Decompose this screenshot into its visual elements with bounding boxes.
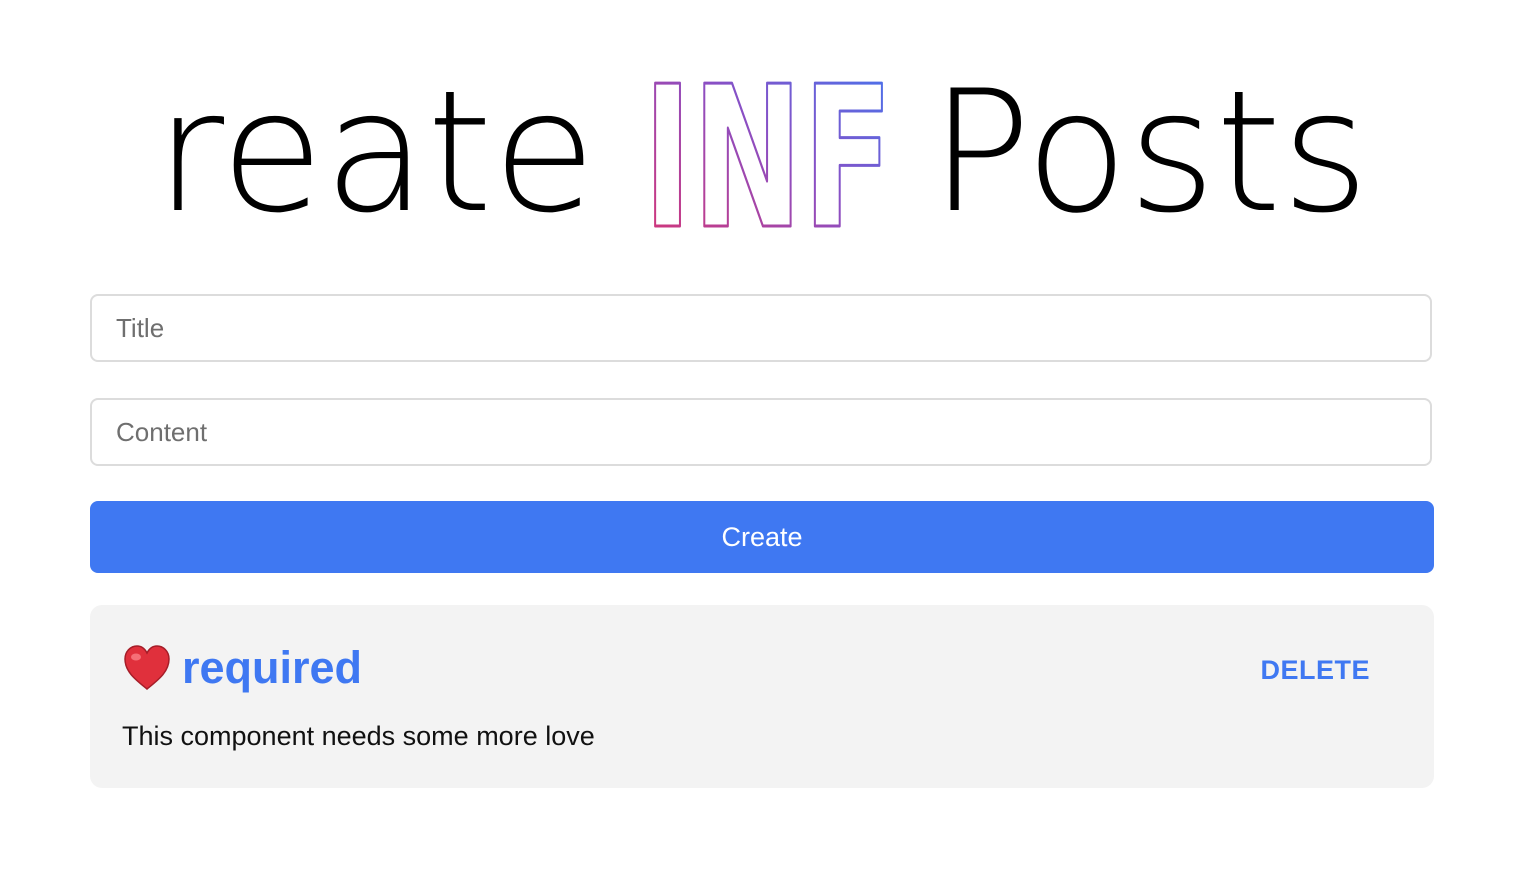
title-suffix: Posts bbox=[930, 54, 1363, 242]
post-title: required bbox=[182, 642, 363, 693]
create-button[interactable]: Create bbox=[90, 501, 1434, 573]
post-heading: required bbox=[122, 641, 362, 695]
page-title: Create INF Posts bbox=[0, 52, 1526, 242]
title-prefix: Create bbox=[163, 54, 596, 242]
post-card: required DELETE This component needs som… bbox=[90, 605, 1434, 788]
page-title-graphic: Create INF Posts bbox=[163, 52, 1363, 242]
heart-icon bbox=[122, 644, 172, 692]
title-input[interactable] bbox=[90, 294, 1432, 362]
post-body: This component needs some more love bbox=[122, 721, 595, 751]
title-highlight: INF bbox=[643, 52, 893, 242]
page: Create INF Posts Create required DELETE … bbox=[0, 0, 1526, 872]
delete-button[interactable]: DELETE bbox=[1260, 655, 1370, 686]
content-input[interactable] bbox=[90, 398, 1432, 466]
